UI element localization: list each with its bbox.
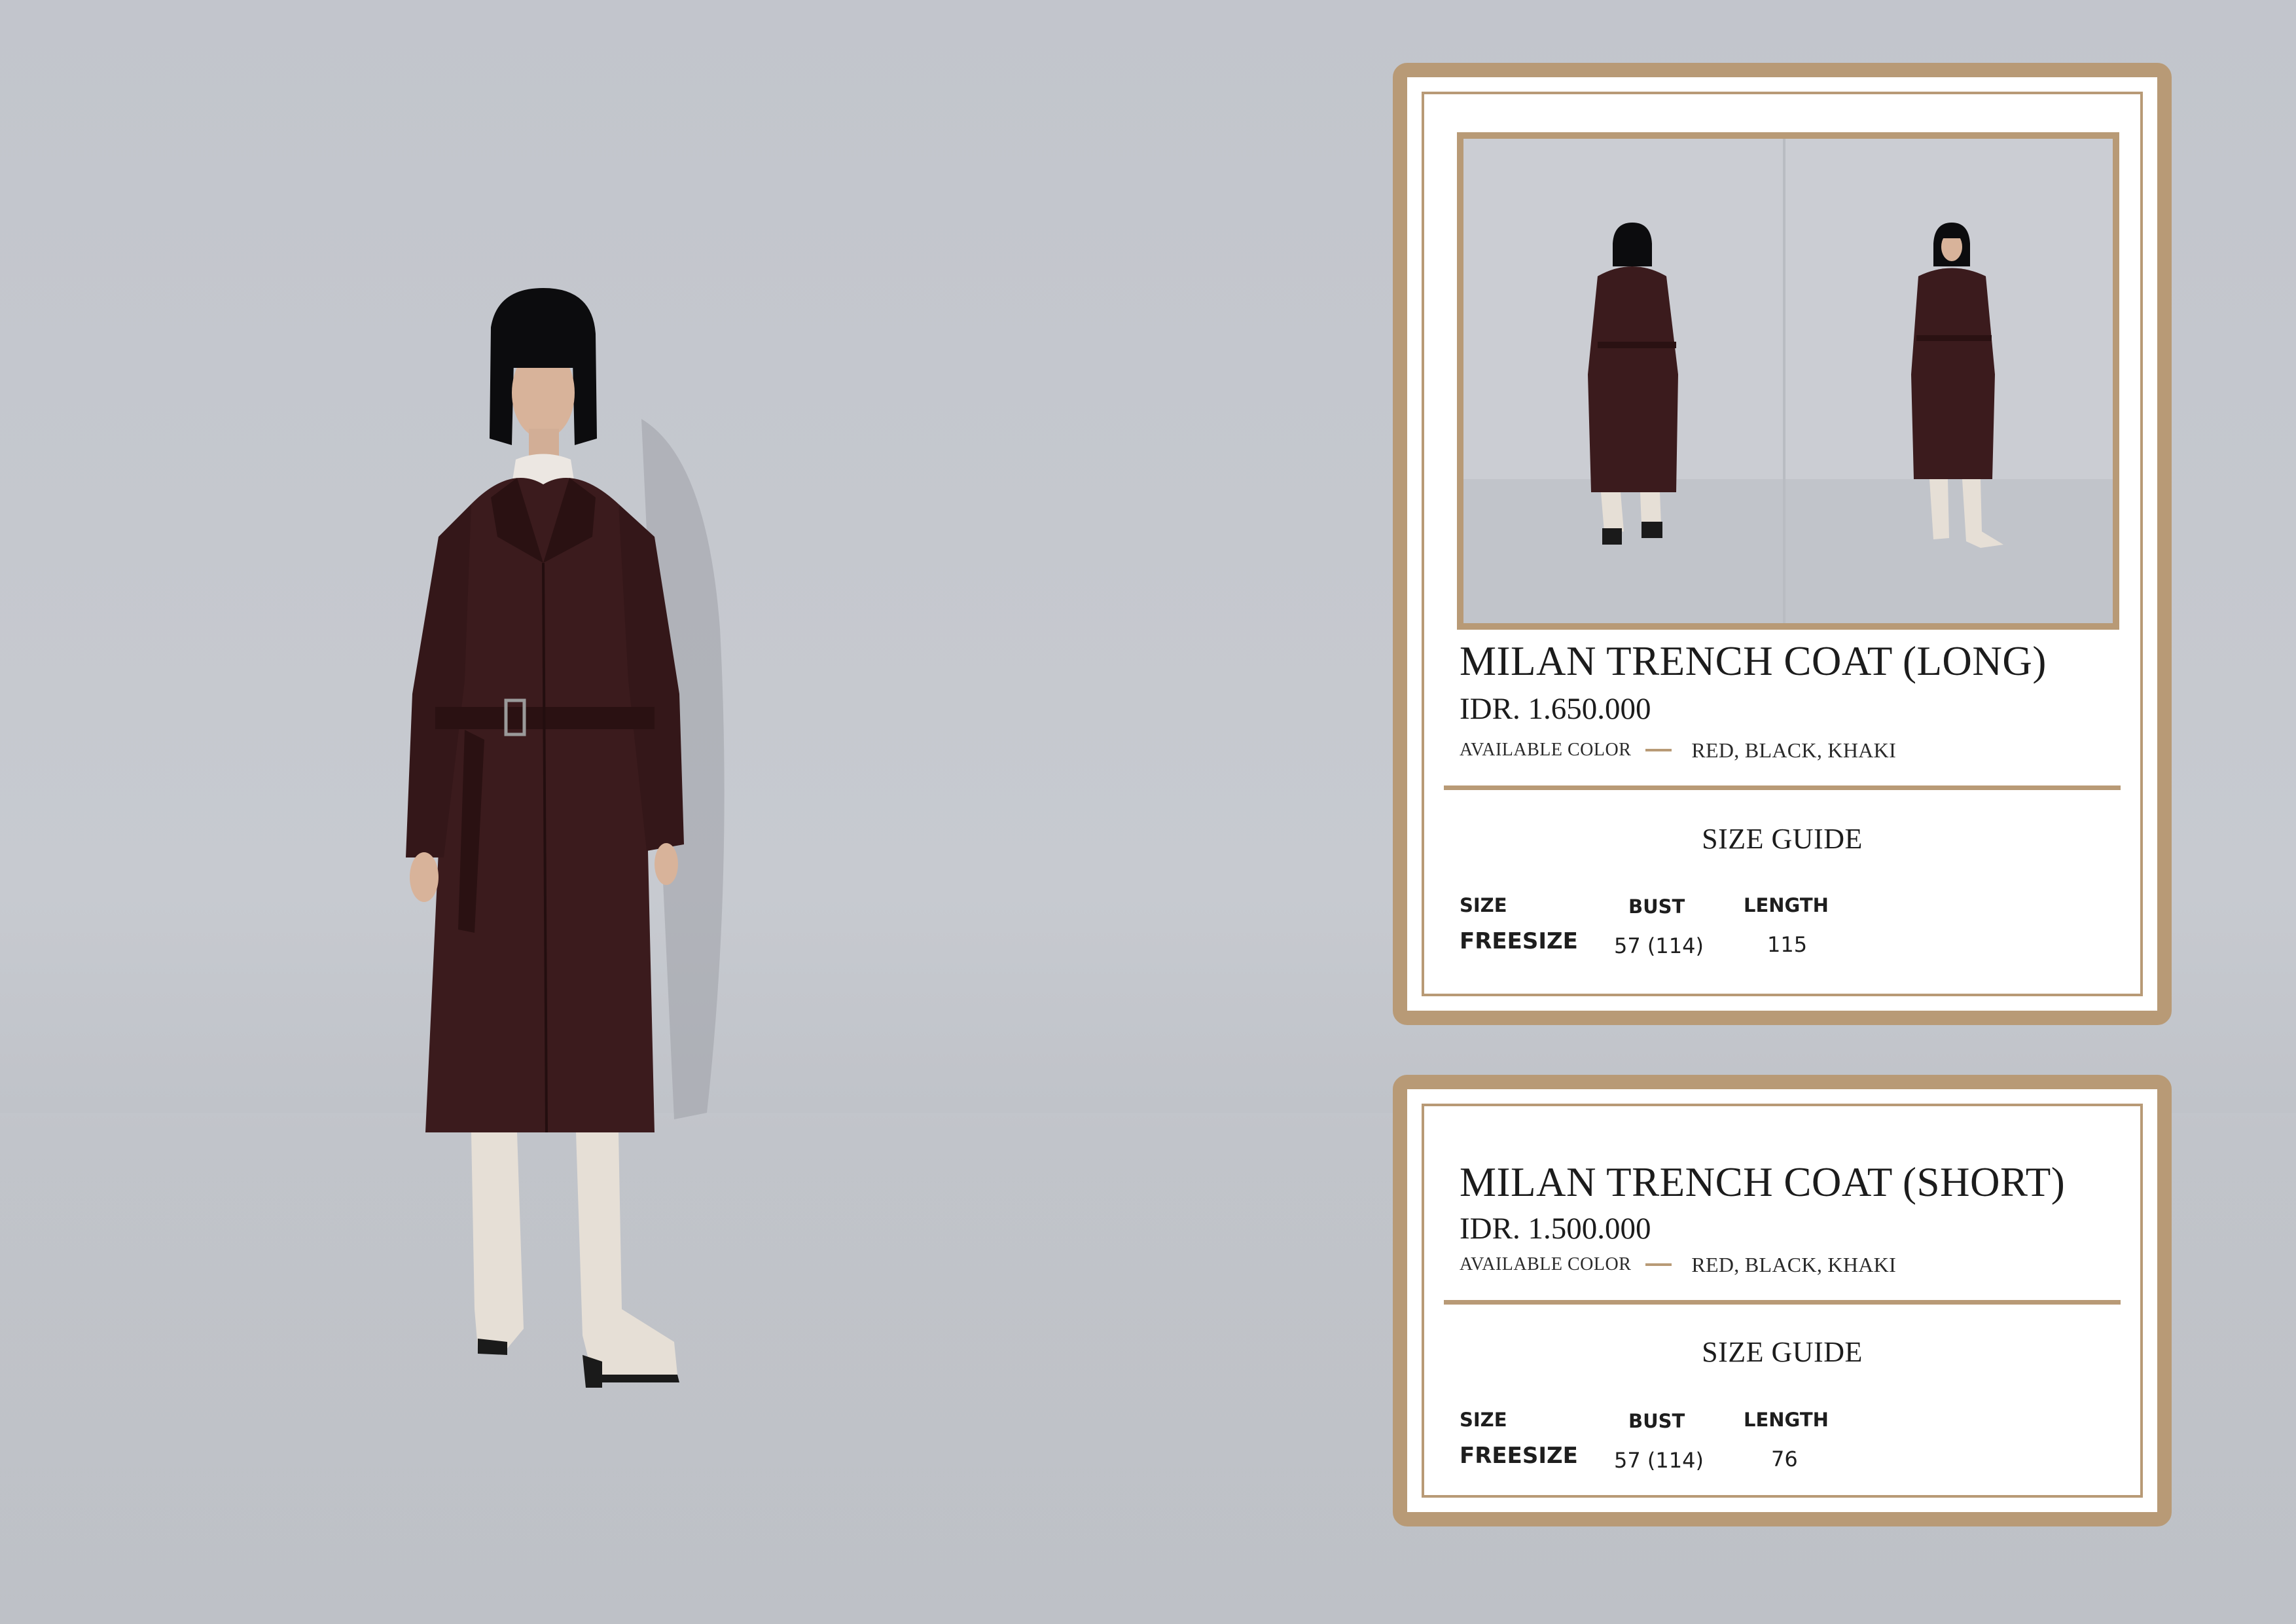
size-value: FREESIZE	[1460, 928, 1578, 954]
section-divider	[1444, 1300, 2121, 1305]
size-value: FREESIZE	[1460, 1443, 1578, 1469]
colors-separator	[1645, 1263, 1672, 1266]
product-title: MILAN TRENCH COAT (SHORT)	[1460, 1159, 2066, 1205]
available-color-label: AVAILABLE COLOR	[1460, 1254, 1632, 1274]
colors-separator	[1645, 749, 1672, 751]
length-value: 115	[1767, 932, 1808, 957]
length-header: LENGTH	[1744, 894, 1829, 916]
card-inner-frame: MILAN TRENCH COAT (LONG) IDR. 1.650.000 …	[1422, 92, 2143, 996]
bust-header: BUST	[1628, 1410, 1685, 1432]
available-colors-row: AVAILABLE COLOR RED, BLACK, KHAKI	[1460, 1252, 1896, 1278]
size-header: SIZE	[1460, 1409, 1507, 1431]
product-title: MILAN TRENCH COAT (LONG)	[1460, 638, 2047, 684]
back-and-front-view-photo	[1457, 132, 2119, 630]
available-color-label: AVAILABLE COLOR	[1460, 740, 1632, 760]
section-divider	[1444, 785, 2121, 790]
available-color-values: RED, BLACK, KHAKI	[1691, 738, 1897, 762]
size-guide-title: SIZE GUIDE	[1702, 823, 1863, 855]
hero-model-photo	[367, 288, 838, 1401]
bust-value: 57 (114)	[1614, 1448, 1704, 1473]
product-price: IDR. 1.500.000	[1460, 1212, 1651, 1246]
available-colors-row: AVAILABLE COLOR RED, BLACK, KHAKI	[1460, 737, 1896, 763]
size-guide-title: SIZE GUIDE	[1702, 1336, 1863, 1368]
product-card-long: MILAN TRENCH COAT (LONG) IDR. 1.650.000 …	[1393, 63, 2172, 1025]
bust-value: 57 (114)	[1614, 933, 1704, 958]
length-value: 76	[1771, 1447, 1798, 1471]
bust-header: BUST	[1628, 895, 1685, 918]
length-header: LENGTH	[1744, 1409, 1829, 1431]
card-inner-frame: MILAN TRENCH COAT (SHORT) IDR. 1.500.000…	[1422, 1104, 2143, 1498]
product-price: IDR. 1.650.000	[1460, 692, 1651, 726]
available-color-values: RED, BLACK, KHAKI	[1691, 1252, 1897, 1276]
product-card-short: MILAN TRENCH COAT (SHORT) IDR. 1.500.000…	[1393, 1075, 2172, 1526]
size-header: SIZE	[1460, 894, 1507, 916]
